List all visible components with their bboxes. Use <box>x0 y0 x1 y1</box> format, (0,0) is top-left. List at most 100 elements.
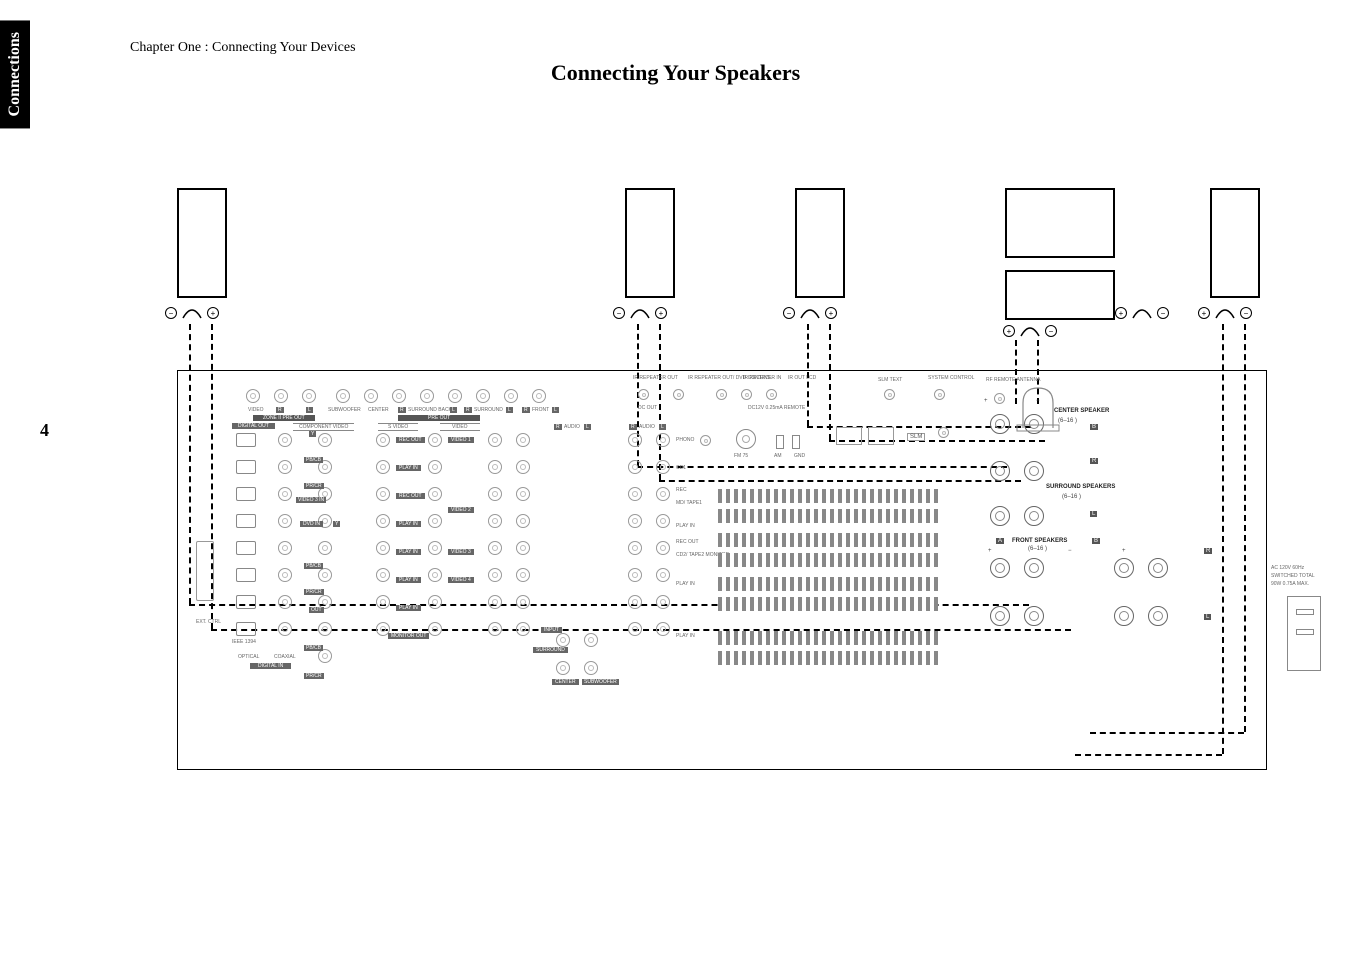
fade6 <box>718 597 938 611</box>
lbl-sub: SUBWOOFER <box>328 407 361 413</box>
lbl-rec: REC <box>676 487 687 493</box>
lbl-audio-l2: L <box>659 424 666 430</box>
lbl-optical: OPTICAL <box>238 654 259 660</box>
lbl-pb3: PB/CB <box>304 645 323 651</box>
lbl-ext-ctrl: EXT. CTRL <box>196 619 221 625</box>
lbl-pb1: PB/CB <box>304 457 323 463</box>
lbl-front-r: R <box>1204 548 1212 554</box>
lbl-sr-l: L <box>506 407 513 413</box>
svideo-column <box>376 433 390 636</box>
lbl-monitorout: MONITOR OUT <box>388 633 429 639</box>
lbl-cd1: CD1 <box>676 465 686 471</box>
lbl-front-b: B <box>1092 538 1100 544</box>
lbl-out: OUT <box>309 607 324 613</box>
lbl-component-video: COMPONENT VIDEO <box>293 423 354 431</box>
jack-slm-aux <box>938 427 949 438</box>
fade7 <box>718 631 938 645</box>
lbl-sub-in: SUBWOOFER <box>582 679 619 685</box>
lbl-ac2: SWITCHED TOTAL <box>1271 574 1326 580</box>
lbl-dc-remote: DC12V 0.25mA REMOTE <box>748 405 805 411</box>
jack-system-control <box>934 389 945 400</box>
lbl-center-b: B <box>1090 424 1098 430</box>
speaker-front-right <box>1210 188 1260 298</box>
lbl-srb-l: L <box>450 407 457 413</box>
ac-outlet <box>1287 596 1321 671</box>
lbl-gnd: GND <box>794 453 805 459</box>
lbl-front-plus-a: + <box>988 548 992 554</box>
lbl-audio: AUDIO <box>564 424 580 430</box>
wiring-diagram: − + − + − + + − − + − + <box>155 180 1285 790</box>
speaker-center <box>1005 188 1115 258</box>
lbl-playin-r2: PLAY IN <box>676 581 695 587</box>
lbl-center-in: CENTER <box>552 679 579 685</box>
jack-rf-remote <box>994 393 1005 404</box>
lbl-am: AM <box>774 453 782 459</box>
speaker-subwoofer <box>1005 270 1115 320</box>
lbl-sr: SURROUND <box>474 407 503 413</box>
lbl-srb: SURROUND BACK <box>408 407 452 413</box>
lbl-pr1: PR/CR <box>304 483 324 489</box>
audio-r-col <box>488 433 502 636</box>
lbl-pr3: PR/CR <box>304 673 324 679</box>
lbl-video4: VIDEO 4 <box>448 577 474 583</box>
audio2-l-col <box>656 433 670 636</box>
lbl-video2: VIDEO 2 <box>448 507 474 513</box>
lbl-surr-r: R <box>1090 458 1098 464</box>
lbl-y2: Y <box>333 521 340 527</box>
page-title: Connecting Your Speakers <box>0 60 1351 86</box>
page-number: 4 <box>40 420 49 441</box>
lbl-ir-repeater-out-dvd: IR REPEATER OUT/ DVD CONTROL <box>688 375 743 381</box>
chapter-header: Chapter One : Connecting Your Devices <box>130 40 356 56</box>
lbl-playin4: PLAY IN <box>396 577 421 583</box>
jack-fm <box>736 429 756 449</box>
lbl-surround-imp: (6–16 ) <box>1062 494 1081 500</box>
jack-phono-gnd <box>700 435 711 446</box>
lbl-pb2: PB/CB <box>304 563 323 569</box>
lbl-surr-l: L <box>1090 511 1097 517</box>
lbl-ir-repeater-out: IR REPEATER OUT <box>633 375 673 381</box>
lbl-ir-receiver-in: IR RECEIVER IN <box>743 375 781 381</box>
audio-l-col <box>516 433 530 636</box>
slm-port <box>836 427 862 445</box>
lbl-y1: Y <box>309 431 316 437</box>
top-small-jacks <box>638 389 777 400</box>
lbl-playin-r1: PLAY IN <box>676 523 695 529</box>
fade3 <box>718 533 938 547</box>
lbl-recout-r: REC OUT <box>676 539 699 545</box>
audio2-r-col <box>628 433 642 636</box>
lbl-digital-out: DIGITAL OUT <box>232 423 275 429</box>
terminal-center: − + <box>1115 306 1169 320</box>
video-rca-column <box>428 433 442 636</box>
lbl-z2-r: R <box>276 407 284 413</box>
fade8 <box>718 651 938 665</box>
lbl-ieee: IEEE 1394 <box>232 639 256 645</box>
optical-column <box>236 433 256 636</box>
lbl-system-control: SYSTEM CONTROL <box>928 375 960 381</box>
lbl-audio-l: L <box>584 424 591 430</box>
lbl-playin5: PLAY IN <box>396 605 421 611</box>
am-gnd-posts <box>776 435 800 449</box>
lbl-audio-r: R <box>554 424 562 430</box>
receiver-rear-panel: IR REPEATER OUT IR REPEATER OUT/ DVD CON… <box>177 370 1267 770</box>
lbl-video3in: VIDEO 3 IN <box>296 497 326 503</box>
lbl-ir-out-lcd: IR OUT LCD <box>788 375 816 381</box>
lbl-z2-l: L <box>306 407 313 413</box>
lbl-front-l: L <box>1204 614 1211 620</box>
antenna-loop-icon <box>1013 383 1063 433</box>
lbl-pr2: PR/CR <box>304 589 324 595</box>
lbl-slm-text: SLM TEXT <box>878 377 902 383</box>
center-sub-jacks <box>556 661 598 675</box>
lbl-fr: FRONT <box>532 407 549 413</box>
fade5 <box>718 577 938 591</box>
coax-column <box>278 433 292 636</box>
terminal-front-right: − + <box>1198 306 1252 320</box>
lbl-slm: SLM <box>907 433 925 441</box>
lbl-front-speakers: FRONT SPEAKERS <box>1012 538 1067 544</box>
lbl-dc-out: DC OUT <box>638 405 657 411</box>
lbl-fm75: FM 75 <box>734 453 748 459</box>
lbl-recout2: REC OUT <box>396 493 425 499</box>
lbl-playin-r3: PLAY IN <box>676 633 695 639</box>
lbl-digital-in: DIGITAL IN <box>250 663 291 669</box>
lbl-playin1: PLAY IN <box>396 465 421 471</box>
lbl-mdtape: MD/ TAPE1 <box>676 501 702 506</box>
